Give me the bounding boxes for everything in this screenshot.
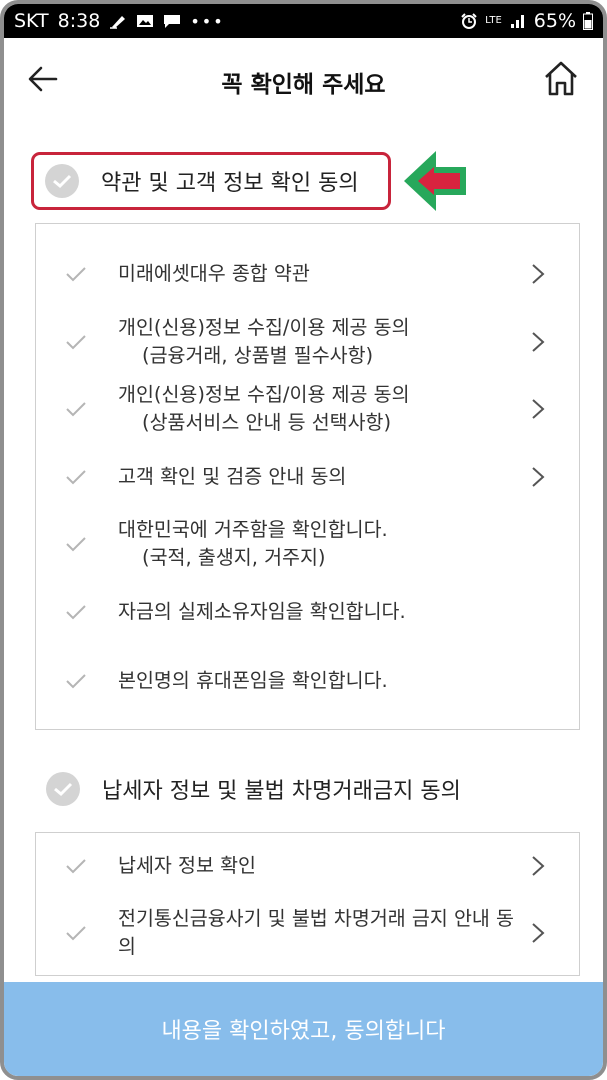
chevron-right-icon <box>532 467 545 487</box>
list-item-label: 개인(신용)정보 수집/이용 제공 동의 (금융거래, 상품별 필수사항) <box>118 316 410 367</box>
check-icon <box>66 470 86 485</box>
terms-agree-label: 약관 및 고객 정보 확인 동의 <box>101 171 359 196</box>
check-icon <box>66 674 86 689</box>
list-item[interactable]: 대한민국에 거주함을 확인합니다. (국적, 출생지, 거주지) <box>36 516 579 572</box>
message-notification-icon <box>164 15 181 28</box>
carrier-label: SKT <box>14 10 49 32</box>
check-circle-icon <box>46 772 80 806</box>
agree-submit-button[interactable]: 내용을 확인하였고, 동의합니다 <box>4 982 603 1076</box>
alarm-icon <box>461 13 477 29</box>
chevron-right-icon <box>532 264 545 284</box>
list-item-label: 고객 확인 및 검증 안내 동의 <box>118 465 347 488</box>
status-bar: SKT 8:38 ••• LTE 65% <box>4 4 603 38</box>
network-type-label: LTE <box>485 15 502 26</box>
list-item-label: 본인명의 휴대폰임을 확인합니다. <box>118 669 388 692</box>
terms-agree-all-checkbox[interactable]: 약관 및 고객 정보 확인 동의 <box>31 152 391 210</box>
taxpayer-agree-all-checkbox[interactable]: 납세자 정보 및 불법 차명거래금지 동의 <box>46 772 461 806</box>
taxpayer-agree-label: 납세자 정보 및 불법 차명거래금지 동의 <box>102 779 461 804</box>
list-item[interactable]: 미래에셋대우 종합 약관 <box>36 259 579 289</box>
list-item-label: 미래에셋대우 종합 약관 <box>118 262 310 285</box>
list-item[interactable]: 개인(신용)정보 수집/이용 제공 동의 (상품서비스 안내 등 선택사항) <box>36 381 579 437</box>
page-title: 꼭 확인해 주세요 <box>221 72 386 98</box>
list-item[interactable]: 본인명의 휴대폰임을 확인합니다. <box>36 666 579 696</box>
chevron-right-icon <box>532 399 545 419</box>
time-label: 8:38 <box>57 10 101 32</box>
list-item-label: 자금의 실제소유자임을 확인합니다. <box>118 600 406 623</box>
check-circle-icon <box>45 164 79 198</box>
chevron-right-icon <box>532 332 545 352</box>
list-item[interactable]: 고객 확인 및 검증 안내 동의 <box>36 462 579 492</box>
app-header: 꼭 확인해 주세요 <box>4 38 603 124</box>
check-icon <box>66 267 86 282</box>
list-item[interactable]: 자금의 실제소유자임을 확인합니다. <box>36 597 579 627</box>
terms-list: 미래에셋대우 종합 약관 개인(신용)정보 수집/이용 제공 동의 (금융거래, … <box>35 223 580 730</box>
green-arrow-icon <box>404 151 466 211</box>
image-notification-icon <box>137 15 154 27</box>
home-icon[interactable] <box>541 58 581 98</box>
list-item-label: 대한민국에 거주함을 확인합니다. (국적, 출생지, 거주지) <box>118 518 388 569</box>
check-icon <box>66 605 86 620</box>
check-icon <box>66 335 86 350</box>
list-item-label: 납세자 정보 확인 <box>118 854 256 877</box>
edit-notification-icon <box>110 16 126 29</box>
battery-percent: 65% <box>533 10 576 32</box>
taxpayer-terms-list: 납세자 정보 확인 전기통신금융사기 및 불법 차명거래 금지 안내 동의 <box>35 832 580 976</box>
check-icon <box>66 402 86 417</box>
list-item-label: 개인(신용)정보 수집/이용 제공 동의 (상품서비스 안내 등 선택사항) <box>118 383 410 434</box>
chevron-right-icon <box>532 923 545 943</box>
list-item[interactable]: 전기통신금융사기 및 불법 차명거래 금지 안내 동의 <box>36 905 579 961</box>
more-notifications-icon: ••• <box>190 11 225 31</box>
phone-frame: SKT 8:38 ••• LTE 65% 꼭 확인해 주세요 약관 및 고객 정 <box>0 0 607 1080</box>
check-icon <box>66 537 86 552</box>
list-item[interactable]: 납세자 정보 확인 <box>36 851 579 881</box>
chevron-right-icon <box>532 856 545 876</box>
check-icon <box>66 926 86 941</box>
check-icon <box>66 859 86 874</box>
signal-icon <box>510 15 524 28</box>
list-item-label: 전기통신금융사기 및 불법 차명거래 금지 안내 동의 <box>118 907 514 958</box>
list-item[interactable]: 개인(신용)정보 수집/이용 제공 동의 (금융거래, 상품별 필수사항) <box>36 314 579 370</box>
battery-icon <box>583 12 593 30</box>
